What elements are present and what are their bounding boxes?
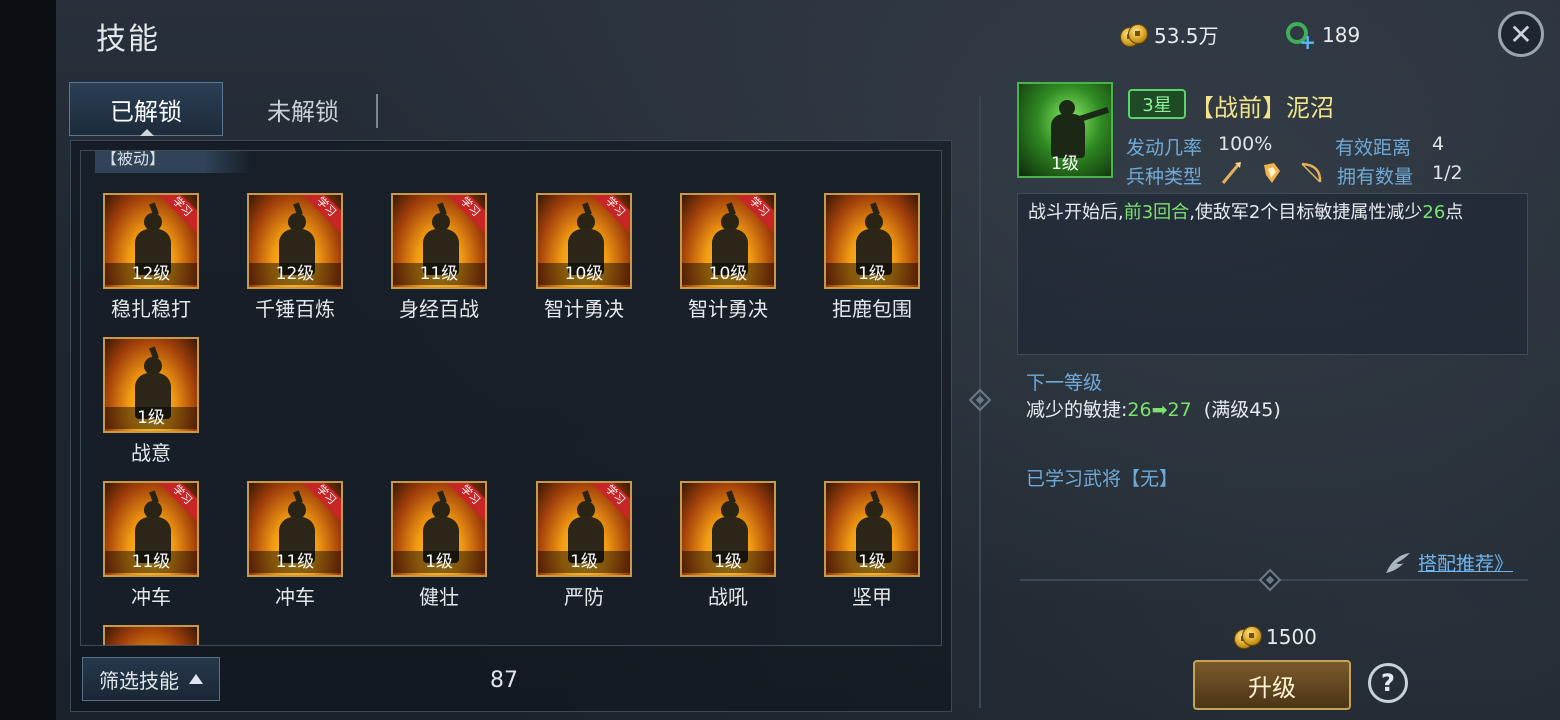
troop-type-label: 兵种类型 xyxy=(1126,166,1203,188)
skill-card[interactable]: 1级战吼 xyxy=(680,481,780,610)
caret-up-icon xyxy=(189,674,203,684)
shield-icon xyxy=(1258,160,1284,186)
selected-skill-level: 1级 xyxy=(1051,154,1079,174)
skill-name: 战吼 xyxy=(708,585,748,609)
star-badge: 3星 xyxy=(1128,89,1186,119)
skill-name: 稳扎稳打 xyxy=(111,297,191,321)
skill-level: 11级 xyxy=(105,551,197,573)
copper-resource: 53.5万 xyxy=(1120,20,1219,49)
skill-icon[interactable]: 10级 学习 xyxy=(680,193,776,289)
next-level-label: 下一等级 xyxy=(1026,372,1103,394)
skill-name: 千锤百炼 xyxy=(255,297,335,321)
skill-card[interactable]: 1级拒鹿包围 xyxy=(824,193,924,322)
skill-level: 10级 xyxy=(538,263,630,285)
skill-level: 11级 xyxy=(393,263,485,285)
section-tag-passive: 【被动】 xyxy=(95,151,251,173)
selected-skill-icon: 1级 xyxy=(1017,82,1113,178)
skill-level: 1级 xyxy=(393,551,485,573)
skill-name: 冲车 xyxy=(131,585,171,609)
skill-name: 冲车 xyxy=(275,585,315,609)
upgrade-button[interactable]: 升级 xyxy=(1193,660,1351,710)
close-icon[interactable]: ✕ xyxy=(1498,11,1544,57)
bow-icon xyxy=(1298,160,1324,186)
copper-coin-icon xyxy=(1234,626,1262,649)
quill-icon xyxy=(1386,552,1410,573)
skill-icon[interactable]: 11级 学习 xyxy=(391,193,487,289)
skill-grid[interactable]: 【被动】 12级 学习 稳扎稳打 12级 学习 千锤百炼 11级 学习 身经百战 10级 学习 智计勇… xyxy=(80,150,942,646)
jade-resource[interactable]: + 189 xyxy=(1284,20,1361,54)
page-title: 技能 xyxy=(96,22,160,57)
skill-name: 健壮 xyxy=(419,585,459,609)
copper-coin-icon xyxy=(1120,23,1148,47)
skill-card[interactable]: 11级 学习身经百战 xyxy=(391,193,491,322)
jade-amount: 189 xyxy=(1322,23,1361,47)
learned-generals: 已学习武将【无】 xyxy=(1026,468,1179,490)
skill-icon[interactable]: 12级 学习 xyxy=(247,193,343,289)
tab-separator xyxy=(376,94,378,128)
jade-add-icon[interactable]: + xyxy=(1284,20,1316,54)
skill-description: 战斗开始后,前3回合,使敌军2个目标敏捷属性减少26点 xyxy=(1017,193,1528,355)
trigger-rate-value: 100% xyxy=(1218,133,1273,155)
skill-card[interactable]: 12级 学习千锤百炼 xyxy=(247,193,347,322)
skill-level: 1级 xyxy=(105,407,197,429)
filter-label: 筛选技能 xyxy=(99,668,179,693)
skill-level: 11级 xyxy=(249,551,341,573)
skill-card[interactable]: 1级 学习严防 xyxy=(536,481,636,610)
upgrade-cost: 1500 xyxy=(1234,625,1317,649)
skill-icon[interactable]: 1级 学习 xyxy=(536,481,632,577)
skill-card[interactable]: 11级 学习冲车 xyxy=(103,481,203,610)
skill-card[interactable] xyxy=(103,625,203,645)
skill-icon[interactable]: 11级 学习 xyxy=(247,481,343,577)
skill-name: 智计勇决 xyxy=(544,297,624,321)
skill-card[interactable]: 1级战意 xyxy=(103,337,203,466)
skill-card[interactable]: 12级 学习稳扎稳打 xyxy=(103,193,203,322)
skill-card[interactable]: 11级 学习冲车 xyxy=(247,481,347,610)
range-label: 有效距离 xyxy=(1335,137,1412,159)
skill-title: 【战前】泥沼 xyxy=(1190,94,1334,122)
skill-icon[interactable]: 1级 xyxy=(103,337,199,433)
skill-icon[interactable] xyxy=(103,625,199,645)
trigger-rate-label: 发动几率 xyxy=(1126,137,1203,159)
skill-level: 1级 xyxy=(682,551,774,573)
skill-name: 拒鹿包围 xyxy=(832,297,912,321)
skill-level: 10级 xyxy=(682,263,774,285)
left-bar xyxy=(0,0,56,720)
help-icon[interactable]: ? xyxy=(1368,663,1408,703)
skill-level: 1级 xyxy=(826,263,918,285)
skill-name: 严防 xyxy=(564,585,604,609)
divider-ornament-icon xyxy=(968,388,992,412)
tab-unlocked[interactable]: 已解锁 xyxy=(69,82,223,136)
skill-count: 87 xyxy=(490,668,518,693)
skill-level: 12级 xyxy=(249,263,341,285)
skill-card[interactable]: 1级坚甲 xyxy=(824,481,924,610)
skill-icon[interactable]: 1级 学习 xyxy=(391,481,487,577)
next-level-effect: 减少的敏捷:26➡27 (满级45) xyxy=(1026,399,1281,421)
skill-level: 1级 xyxy=(826,551,918,573)
skill-name: 身经百战 xyxy=(399,297,479,321)
skill-name: 战意 xyxy=(131,441,171,465)
divider-ornament-icon xyxy=(1258,568,1282,592)
spear-icon xyxy=(1218,160,1244,186)
skill-icon[interactable]: 1级 xyxy=(824,193,920,289)
skill-name: 坚甲 xyxy=(852,585,892,609)
skill-icon[interactable]: 10级 学习 xyxy=(536,193,632,289)
skill-card[interactable]: 10级 学习智计勇决 xyxy=(680,193,780,322)
range-value: 4 xyxy=(1432,133,1445,155)
skill-icon[interactable]: 12级 学习 xyxy=(103,193,199,289)
troop-type-icons xyxy=(1218,160,1324,186)
skill-name: 智计勇决 xyxy=(688,297,768,321)
skill-level: 1级 xyxy=(538,551,630,573)
skill-icon[interactable]: 1级 xyxy=(824,481,920,577)
skill-icon[interactable]: 1级 xyxy=(680,481,776,577)
skill-card[interactable]: 10级 学习智计勇决 xyxy=(536,193,636,322)
tab-locked[interactable]: 未解锁 xyxy=(226,82,380,136)
owned-count-label: 拥有数量 xyxy=(1337,166,1414,188)
recommend-link[interactable]: 搭配推荐》 xyxy=(1384,549,1513,576)
skill-level: 12级 xyxy=(105,263,197,285)
owned-count-value: 1/2 xyxy=(1432,162,1463,184)
filter-skills-button[interactable]: 筛选技能 xyxy=(82,657,220,701)
skill-card[interactable]: 1级 学习健壮 xyxy=(391,481,491,610)
copper-amount: 53.5万 xyxy=(1154,24,1219,48)
skill-icon[interactable]: 11级 学习 xyxy=(103,481,199,577)
